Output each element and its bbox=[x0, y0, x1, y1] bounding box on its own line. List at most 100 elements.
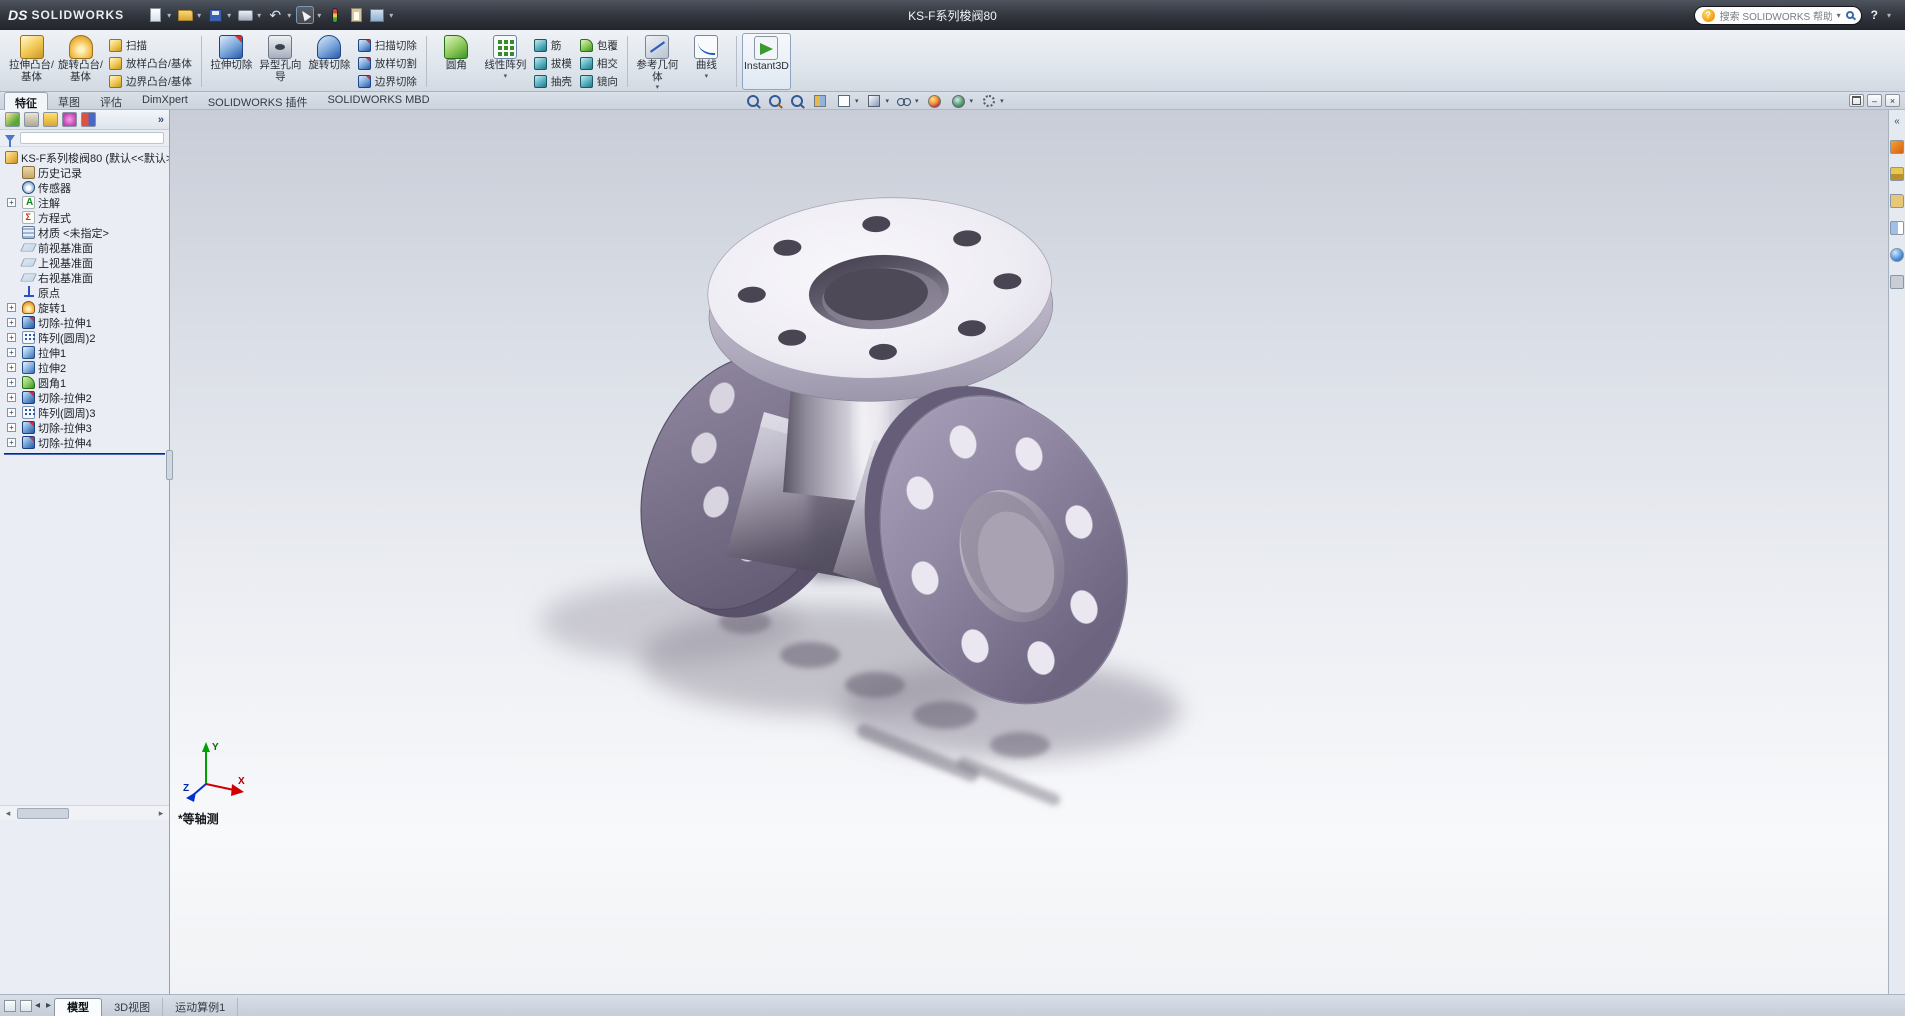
fillet-button[interactable]: 圆角 bbox=[432, 33, 481, 90]
revolved-boss-button[interactable]: 旋转凸台/基体 bbox=[56, 33, 105, 90]
boundary-cut-button[interactable]: 边界切除 bbox=[354, 73, 421, 90]
tree-item-cirpattern2[interactable]: + 阵列(圆周)2 bbox=[0, 330, 169, 345]
scrollbar-thumb[interactable] bbox=[17, 808, 69, 819]
linear-pattern-button[interactable]: 线性阵列 ▾ bbox=[481, 33, 530, 90]
display-style-button[interactable] bbox=[866, 93, 883, 109]
display-style-dropdown[interactable]: ▾ bbox=[886, 97, 890, 105]
search-icon[interactable] bbox=[1846, 11, 1854, 19]
expand-toggle[interactable]: + bbox=[7, 378, 16, 387]
expand-toggle[interactable]: + bbox=[7, 393, 16, 402]
expand-toggle[interactable]: + bbox=[7, 333, 16, 342]
tab-mbd[interactable]: SOLIDWORKS MBD bbox=[317, 92, 439, 110]
tab-scroll-left[interactable]: ◂ bbox=[35, 1000, 40, 1011]
splitter-icon-2[interactable] bbox=[20, 1000, 32, 1012]
rib-button[interactable]: 筋 bbox=[530, 37, 576, 54]
linear-pattern-dropdown[interactable]: ▾ bbox=[504, 73, 508, 80]
tab-evaluate[interactable]: 评估 bbox=[90, 92, 132, 110]
model-top-flange[interactable] bbox=[703, 189, 1057, 410]
new-document-button[interactable] bbox=[146, 6, 164, 24]
configuration-manager-tab-icon[interactable] bbox=[43, 112, 58, 127]
tree-item-annotations[interactable]: + 注解 bbox=[0, 195, 169, 210]
tree-item-fillet1[interactable]: + 圆角1 bbox=[0, 375, 169, 390]
tree-item-revolve1[interactable]: + 旋转1 bbox=[0, 300, 169, 315]
tree-item-cut-extrude4[interactable]: + 切除-拉伸4 bbox=[0, 435, 169, 450]
view-settings-button[interactable] bbox=[980, 93, 997, 109]
tree-item-cirpattern3[interactable]: + 阵列(圆周)3 bbox=[0, 405, 169, 420]
feature-manager-tab-icon[interactable] bbox=[5, 112, 20, 127]
edit-appearance-button[interactable] bbox=[926, 93, 943, 109]
help-button[interactable]: ? bbox=[1871, 8, 1878, 22]
boundary-boss-button[interactable]: 边界凸台/基体 bbox=[105, 73, 196, 90]
expand-toggle[interactable]: + bbox=[7, 438, 16, 447]
hide-show-dropdown[interactable]: ▾ bbox=[915, 97, 919, 105]
clipboard-button[interactable] bbox=[347, 6, 365, 24]
zoom-to-area-button[interactable] bbox=[767, 94, 782, 109]
tab-dimxpert[interactable]: DimXpert bbox=[132, 92, 198, 110]
tree-item-origin[interactable]: 原点 bbox=[0, 285, 169, 300]
view-orientation-button[interactable] bbox=[835, 93, 852, 109]
scroll-left-button[interactable]: ◂ bbox=[1, 808, 15, 819]
hide-show-items-button[interactable] bbox=[896, 95, 912, 107]
mirror-button[interactable]: 镜向 bbox=[576, 73, 622, 90]
open-button[interactable] bbox=[176, 6, 194, 24]
tab-3d-views[interactable]: 3D视图 bbox=[102, 998, 163, 1016]
expand-toggle[interactable]: + bbox=[7, 318, 16, 327]
lofted-boss-button[interactable]: 放样凸台/基体 bbox=[105, 55, 196, 72]
swept-boss-button[interactable]: 扫描 bbox=[105, 37, 196, 54]
design-library-icon[interactable] bbox=[1890, 167, 1904, 181]
tree-horizontal-scrollbar[interactable]: ◂ ▸ bbox=[0, 805, 169, 820]
solidworks-resources-icon[interactable] bbox=[1890, 140, 1904, 154]
expand-toggle[interactable]: + bbox=[7, 348, 16, 357]
curves-button[interactable]: 曲线 ▾ bbox=[682, 33, 731, 90]
shell-button[interactable]: 抽壳 bbox=[530, 73, 576, 90]
open-dropdown[interactable]: ▾ bbox=[197, 11, 201, 20]
rollback-bar[interactable] bbox=[4, 453, 165, 455]
curves-dropdown[interactable]: ▾ bbox=[705, 73, 709, 80]
lofted-cut-button[interactable]: 放样切割 bbox=[354, 55, 421, 72]
select-button[interactable] bbox=[296, 6, 314, 24]
property-manager-tab-icon[interactable] bbox=[24, 112, 39, 127]
tree-item-front-plane[interactable]: 前视基准面 bbox=[0, 240, 169, 255]
draft-button[interactable]: 拔模 bbox=[530, 55, 576, 72]
tree-item-material[interactable]: 材质 <未指定> bbox=[0, 225, 169, 240]
appearances-scenes-icon[interactable] bbox=[1890, 248, 1904, 262]
instant3d-button[interactable]: Instant3D bbox=[742, 33, 791, 90]
tree-item-cut-extrude1[interactable]: + 切除-拉伸1 bbox=[0, 315, 169, 330]
expand-toggle[interactable]: + bbox=[7, 303, 16, 312]
close-window-button[interactable]: × bbox=[1885, 94, 1900, 107]
extruded-cut-button[interactable]: 拉伸切除 bbox=[207, 33, 256, 90]
tab-scroll-right[interactable]: ▸ bbox=[46, 1000, 51, 1011]
reference-geometry-button[interactable]: 参考几何体 ▾ bbox=[633, 33, 682, 90]
previous-view-button[interactable] bbox=[789, 94, 804, 109]
filter-funnel-icon[interactable] bbox=[5, 135, 15, 142]
undo-dropdown[interactable]: ▾ bbox=[287, 11, 291, 20]
reference-geometry-dropdown[interactable]: ▾ bbox=[656, 84, 660, 91]
tree-root-part[interactable]: KS-F系列梭阀80 (默认<<默认> bbox=[0, 150, 169, 165]
extruded-boss-button[interactable]: 拉伸凸台/基体 bbox=[7, 33, 56, 90]
zoom-to-fit-button[interactable] bbox=[745, 94, 760, 109]
splitter-icon[interactable] bbox=[4, 1000, 16, 1012]
hole-wizard-button[interactable]: 异型孔向导 bbox=[256, 33, 305, 90]
undo-button[interactable]: ↶ bbox=[266, 6, 284, 24]
display-settings-dropdown[interactable]: ▾ bbox=[389, 11, 393, 20]
help-dropdown[interactable]: ▾ bbox=[1887, 11, 1891, 20]
tree-item-sensors[interactable]: 传感器 bbox=[0, 180, 169, 195]
orientation-triad[interactable]: Y X Z bbox=[182, 738, 252, 808]
task-pane-collapse-chevron[interactable]: « bbox=[1894, 116, 1900, 127]
save-button[interactable] bbox=[206, 6, 224, 24]
save-dropdown[interactable]: ▾ bbox=[227, 11, 231, 20]
tab-model[interactable]: 模型 bbox=[54, 998, 102, 1016]
apply-scene-dropdown[interactable]: ▾ bbox=[970, 97, 974, 105]
model-canvas[interactable] bbox=[170, 110, 1888, 994]
expand-toggle[interactable]: + bbox=[7, 423, 16, 432]
swept-cut-button[interactable]: 扫描切除 bbox=[354, 37, 421, 54]
tree-item-history[interactable]: 历史记录 bbox=[0, 165, 169, 180]
view-settings-dropdown[interactable]: ▾ bbox=[1000, 97, 1004, 105]
tree-item-top-plane[interactable]: 上视基准面 bbox=[0, 255, 169, 270]
new-dropdown[interactable]: ▾ bbox=[167, 11, 171, 20]
graphics-area[interactable]: Y X Z *等轴测 bbox=[170, 110, 1888, 994]
help-search-box[interactable]: ? 搜索 SOLIDWORKS 帮助 ▾ bbox=[1694, 6, 1862, 25]
tree-item-cut-extrude2[interactable]: + 切除-拉伸2 bbox=[0, 390, 169, 405]
section-view-button[interactable] bbox=[811, 93, 828, 109]
apply-scene-button[interactable] bbox=[950, 93, 967, 109]
